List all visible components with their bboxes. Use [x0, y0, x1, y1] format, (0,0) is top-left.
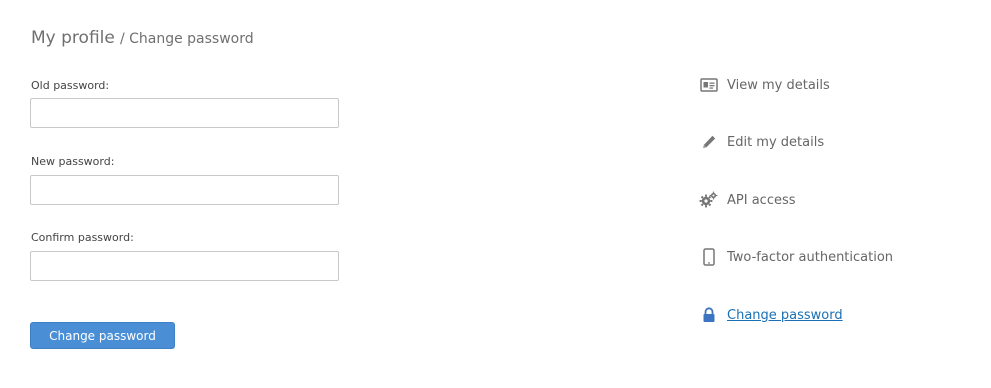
id-card-icon [699, 76, 718, 95]
page-title-main: My profile [31, 28, 115, 48]
confirm-password-input[interactable] [30, 251, 339, 281]
pencil-icon [699, 133, 718, 152]
sidebar-item-label: API access [727, 192, 796, 208]
old-password-label: Old password: [31, 79, 110, 92]
sidebar-item-edit-details[interactable]: Edit my details [699, 132, 824, 152]
page-title-breadcrumb: / Change password [119, 31, 254, 47]
gears-icon [699, 191, 718, 210]
confirm-password-label: Confirm password: [31, 231, 134, 244]
mobile-phone-icon [699, 248, 718, 267]
sidebar-item-api-access[interactable]: API access [699, 190, 796, 210]
change-password-button[interactable]: Change password [30, 322, 175, 349]
profile-page: My profile / Change password Old passwor… [0, 0, 991, 388]
sidebar-item-view-details[interactable]: View my details [699, 75, 830, 95]
sidebar-item-change-password[interactable]: Change password [699, 305, 843, 325]
sidebar-item-label: View my details [727, 77, 830, 93]
sidebar-item-label: Edit my details [727, 134, 825, 150]
page-title: My profile / Change password [31, 28, 254, 48]
old-password-input[interactable] [30, 98, 339, 128]
new-password-label: New password: [31, 155, 115, 168]
sidebar-item-two-factor[interactable]: Two-factor authentication [699, 247, 893, 267]
sidebar-item-label: Two-factor authentication [727, 249, 894, 265]
new-password-input[interactable] [30, 175, 339, 205]
sidebar-item-label: Change password [727, 307, 843, 323]
lock-icon [699, 306, 718, 325]
